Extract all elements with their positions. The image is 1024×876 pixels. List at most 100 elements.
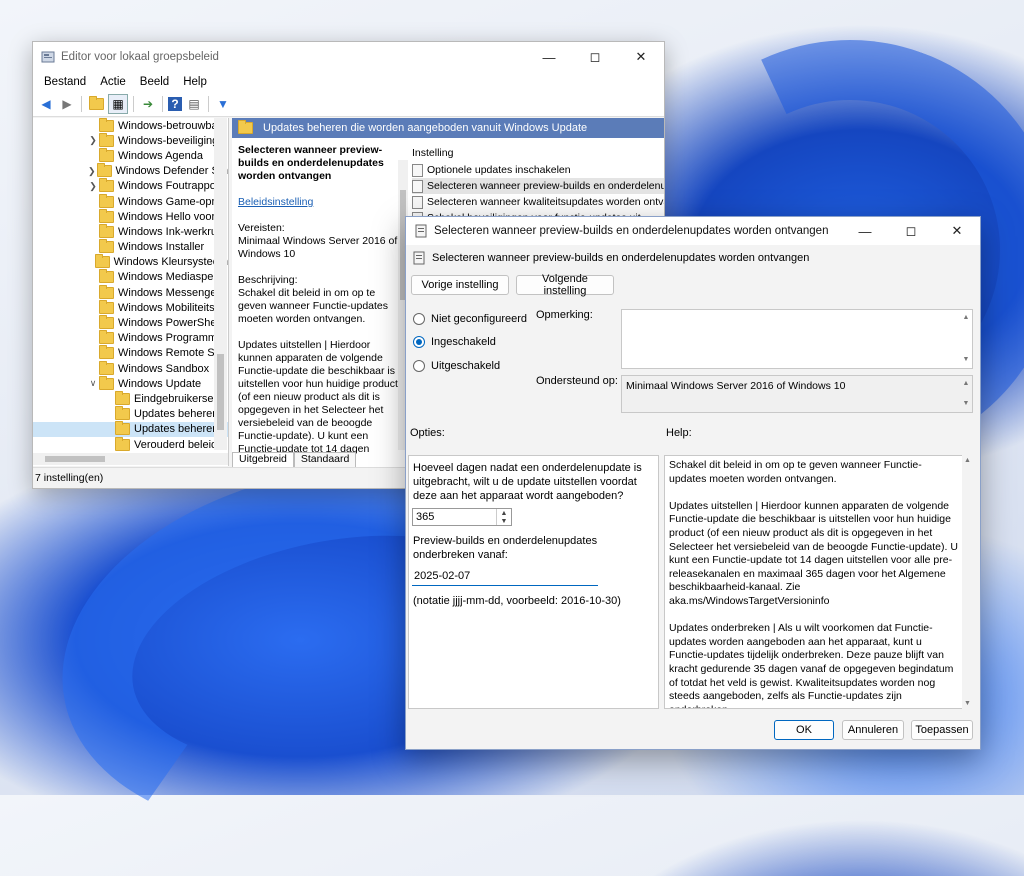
policy-dialog: Selecteren wanneer preview-builds en ond… bbox=[405, 216, 981, 750]
menu-actie[interactable]: Actie bbox=[93, 76, 133, 88]
tree-item[interactable]: Updates beheren bbox=[33, 421, 228, 437]
tree-item[interactable]: Windows Mobiliteitsc bbox=[33, 299, 228, 315]
edit-policy-link[interactable]: Beleidsinstelling bbox=[238, 196, 313, 208]
radio-circle[interactable] bbox=[413, 360, 425, 372]
settings-column-header[interactable]: Instelling bbox=[412, 144, 664, 162]
tree-item[interactable]: Windows Game-opna bbox=[33, 193, 228, 209]
folder-icon bbox=[99, 345, 114, 360]
setting-row[interactable]: Optionele updates inschakelen bbox=[412, 162, 664, 178]
tree-item[interactable]: Updates beheren bbox=[33, 406, 228, 422]
help-icon[interactable]: ? bbox=[168, 97, 182, 111]
tree-item[interactable]: Windows Remote She bbox=[33, 345, 228, 361]
chevron-icon[interactable]: ❯ bbox=[87, 181, 99, 192]
tree-item[interactable]: Verouderd beleid bbox=[33, 436, 228, 452]
tree-item[interactable]: ❯ Windows Foutrapport bbox=[33, 178, 228, 194]
help-scrollbar[interactable]: ▲ ▼ bbox=[962, 455, 974, 709]
tree-item[interactable]: ❯ Windows Defender Sm bbox=[33, 163, 229, 179]
comment-scrollbar[interactable]: ▲ ▼ bbox=[960, 310, 972, 368]
setting-label: Optionele updates inschakelen bbox=[427, 164, 571, 176]
tree-item[interactable]: Windows-betrouwbaa bbox=[33, 118, 228, 133]
tree-scrollbar[interactable] bbox=[214, 118, 227, 450]
tab-standaard[interactable]: Standaard bbox=[293, 452, 357, 468]
stepper-up-icon[interactable]: ▲ bbox=[497, 509, 511, 517]
policy-tree[interactable]: Windows-betrouwbaa ❯ Windows-beveiliging Wi… bbox=[33, 118, 229, 466]
radio-not-configured[interactable]: Niet geconfigureerd bbox=[413, 313, 527, 325]
tree-scrollbar-thumb[interactable] bbox=[217, 354, 224, 430]
menu-beeld[interactable]: Beeld bbox=[133, 76, 176, 88]
tree-item[interactable]: Windows PowerShell bbox=[33, 315, 228, 330]
tree-item[interactable]: Windows Ink-werkrui bbox=[33, 223, 228, 239]
chevron-icon[interactable]: ❯ bbox=[87, 166, 97, 177]
close-button[interactable]: ✕ bbox=[618, 42, 664, 72]
folder-icon bbox=[99, 178, 114, 193]
radio-label: Ingeschakeld bbox=[431, 336, 496, 348]
radio-enabled[interactable]: Ingeschakeld bbox=[413, 336, 496, 348]
tree-item[interactable]: Eindgebruikerserv bbox=[33, 390, 228, 406]
tree-item-label: Windows PowerShell bbox=[118, 317, 222, 330]
comment-textarea[interactable]: ▲ ▼ bbox=[621, 309, 973, 369]
tree-item-label: Windows Installer bbox=[118, 241, 205, 254]
dialog-close-button[interactable]: ✕ bbox=[934, 216, 980, 246]
content-header: Updates beheren die worden aangeboden va… bbox=[232, 118, 664, 138]
tree-hscrollbar-thumb[interactable] bbox=[45, 456, 105, 462]
ok-button[interactable]: OK bbox=[774, 720, 834, 740]
maximize-button[interactable]: ◻ bbox=[572, 42, 618, 72]
dialog-title: Selecteren wanneer preview-builds en ond… bbox=[434, 225, 829, 237]
minimize-button[interactable]: — bbox=[526, 42, 572, 72]
pause-date-value: 2025-02-07 bbox=[414, 570, 471, 582]
supported-on-field: Minimaal Windows Server 2016 of Windows … bbox=[621, 375, 973, 413]
next-setting-button[interactable]: Volgende instelling bbox=[516, 273, 614, 297]
tree-item[interactable]: Windows Hello voor B bbox=[33, 208, 228, 224]
radio-circle-selected[interactable] bbox=[413, 336, 425, 348]
tree-item-label: Windows Sandbox bbox=[118, 362, 210, 375]
up-folder-icon[interactable] bbox=[87, 95, 105, 113]
tab-uitgebreid[interactable]: Uitgebreid bbox=[232, 452, 294, 468]
dialog-minimize-button[interactable]: — bbox=[842, 216, 888, 246]
defer-days-stepper[interactable]: 365 ▲ ▼ bbox=[412, 508, 512, 526]
radio-disabled[interactable]: Uitgeschakeld bbox=[413, 360, 500, 372]
stepper-down-icon[interactable]: ▼ bbox=[497, 517, 511, 525]
dialog-titlebar[interactable]: Selecteren wanneer preview-builds en ond… bbox=[406, 217, 980, 245]
tree-item[interactable]: ❯ Windows-beveiliging bbox=[33, 132, 228, 148]
tree-item[interactable]: Windows Kleursysteem bbox=[33, 254, 228, 270]
show-hide-tree-icon[interactable]: ▦ bbox=[108, 94, 128, 114]
folder-icon bbox=[115, 436, 130, 451]
dialog-maximize-button[interactable]: ◻ bbox=[888, 216, 934, 246]
filter-icon[interactable]: ▼ bbox=[214, 95, 232, 113]
pause-date-input[interactable]: 2025-02-07 bbox=[412, 567, 598, 586]
radio-circle[interactable] bbox=[413, 313, 425, 325]
supported-scrollbar[interactable]: ▲ ▼ bbox=[960, 376, 972, 412]
back-arrow-icon[interactable]: ◀ bbox=[37, 95, 55, 113]
setting-row-selected[interactable]: Selecteren wanneer preview-builds en ond… bbox=[412, 178, 664, 194]
tree-item[interactable]: Windows Programma bbox=[33, 330, 228, 346]
chevron-icon[interactable]: ❯ bbox=[87, 135, 99, 146]
tree-item[interactable]: ∨ Windows Update bbox=[33, 375, 228, 391]
folder-icon bbox=[99, 299, 114, 314]
properties-icon[interactable]: ▤ bbox=[185, 95, 203, 113]
menu-bestand[interactable]: Bestand bbox=[37, 76, 93, 88]
tree-item-label: Windows Game-opna bbox=[118, 195, 224, 208]
tree-item[interactable]: Windows Mediaspele bbox=[33, 269, 228, 285]
tree-item[interactable]: Windows Messenger bbox=[33, 284, 228, 300]
content-header-title: Updates beheren die worden aangeboden va… bbox=[263, 122, 588, 134]
previous-setting-button[interactable]: Vorige instelling bbox=[411, 275, 509, 295]
tree-item-label: Windows Defender Sm bbox=[115, 165, 229, 178]
tree-item[interactable]: Windows Agenda bbox=[33, 147, 228, 163]
cancel-button[interactable]: Annuleren bbox=[842, 720, 904, 740]
folder-icon bbox=[94, 254, 110, 269]
tree-item[interactable]: Windows Sandbox bbox=[33, 360, 228, 376]
gpedit-titlebar[interactable]: Editor voor lokaal groepsbeleid — ◻ ✕ bbox=[33, 42, 664, 72]
menu-help[interactable]: Help bbox=[176, 76, 214, 88]
tree-item-label: Updates beheren bbox=[134, 423, 219, 436]
tree-item-label: Windows Mediaspele bbox=[118, 271, 222, 284]
tree-hscrollbar[interactable] bbox=[33, 453, 228, 465]
forward-arrow-icon[interactable]: ▶ bbox=[58, 95, 76, 113]
tree-item[interactable]: Windows Installer bbox=[33, 239, 228, 255]
setting-row[interactable]: Selecteren wanneer kwaliteitsupdates wor… bbox=[412, 194, 664, 210]
radio-label: Uitgeschakeld bbox=[431, 360, 501, 372]
apply-button[interactable]: Toepassen bbox=[911, 720, 973, 740]
chevron-icon[interactable]: ∨ bbox=[87, 378, 99, 389]
folder-icon bbox=[115, 390, 130, 405]
stepper-buttons[interactable]: ▲ ▼ bbox=[496, 509, 511, 525]
export-list-icon[interactable]: ➔ bbox=[139, 95, 157, 113]
